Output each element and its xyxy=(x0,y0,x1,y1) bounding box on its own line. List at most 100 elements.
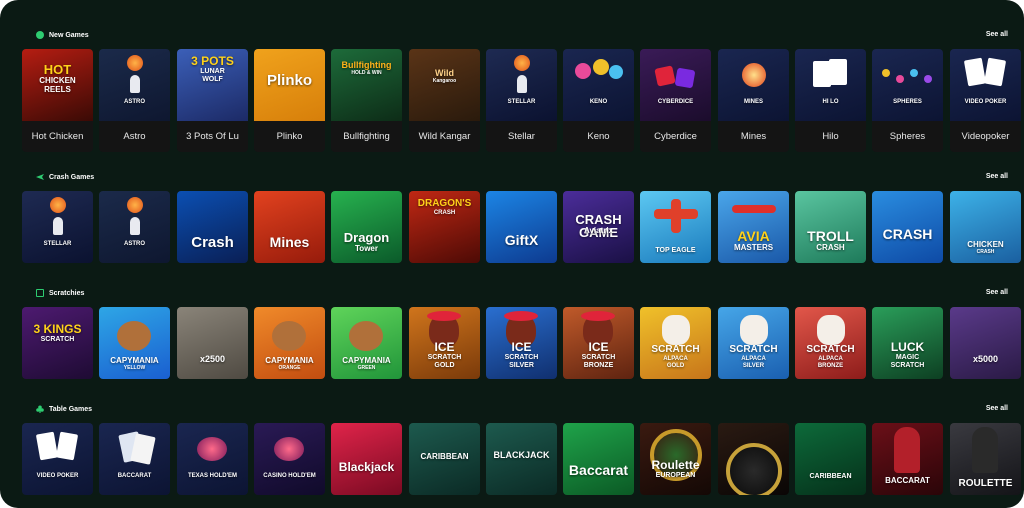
section-title: Table Games xyxy=(36,405,92,413)
game-card[interactable]: CAPYMANIA GREEN xyxy=(331,307,402,379)
game-thumbnail: VIDEO POKER xyxy=(950,49,1021,121)
game-card[interactable]: Mines xyxy=(254,191,325,263)
game-card[interactable]: CARIBBEAN xyxy=(795,423,866,495)
game-card[interactable]: TEXAS HOLD'EM xyxy=(177,423,248,495)
game-card[interactable]: TOP EAGLE xyxy=(640,191,711,263)
game-card[interactable]: STELLAR xyxy=(22,191,93,263)
game-card[interactable]: CHICKEN CRASH xyxy=(950,191,1021,263)
tile-artwork xyxy=(117,321,151,351)
tile-artwork xyxy=(740,315,768,345)
game-art-text: CARIBBEAN xyxy=(809,473,852,480)
game-art-text: SCRATCH xyxy=(729,344,778,355)
game-card[interactable]: HI LO Hilo xyxy=(795,49,866,152)
game-title: Hilo xyxy=(795,121,866,152)
game-card[interactable]: MINES Mines xyxy=(718,49,789,152)
game-art-text: ICE xyxy=(511,340,532,354)
section-title: Scratchies xyxy=(36,289,84,297)
game-card[interactable]: BACCARAT xyxy=(99,423,170,495)
game-card[interactable]: ASTRO Astro xyxy=(99,49,170,152)
tile-artwork xyxy=(671,199,681,233)
game-card[interactable]: CAPYMANIA YELLOW xyxy=(99,307,170,379)
game-card[interactable]: CAPYMANIA ORANGE xyxy=(254,307,325,379)
game-card[interactable]: AVIA MASTERS xyxy=(718,191,789,263)
game-thumbnail: CARIBBEAN xyxy=(409,423,480,495)
game-card[interactable] xyxy=(718,423,789,495)
game-card[interactable]: KENO Keno xyxy=(563,49,634,152)
game-art-text: CYBERDICE xyxy=(657,99,694,105)
game-title: Hot Chicken xyxy=(22,121,93,152)
game-art-text: HOT xyxy=(43,62,72,77)
game-thumbnail: HI LO xyxy=(795,49,866,121)
game-card[interactable]: VIDEO POKER Videopoker xyxy=(950,49,1021,152)
game-art-text: SCRATCH xyxy=(890,362,925,369)
club-icon xyxy=(36,405,44,413)
game-card[interactable]: ICE SCRATCH GOLD xyxy=(409,307,480,379)
game-card[interactable]: x5000 xyxy=(950,307,1021,379)
game-art-text: ICE xyxy=(588,340,609,354)
game-card[interactable]: Blackjack xyxy=(331,423,402,495)
game-art-text: GOLD xyxy=(666,363,685,369)
tile-artwork xyxy=(127,197,143,213)
game-card[interactable]: Baccarat xyxy=(563,423,634,495)
games-row: STELLAR ASTRO Crash Mines Dragon Tower DRAGON'… xyxy=(22,191,1024,301)
game-art-text: MINES xyxy=(743,99,763,105)
game-thumbnail: Bullfighting HOLD & WIN xyxy=(331,49,402,121)
game-card[interactable]: Crash xyxy=(177,191,248,263)
game-art-text: 3 POTS xyxy=(191,54,234,68)
game-card[interactable]: x2500 xyxy=(177,307,248,379)
tile-artwork xyxy=(983,57,1007,87)
game-card[interactable]: SPHERES Spheres xyxy=(872,49,943,152)
game-art-text: BRONZE xyxy=(817,363,844,369)
tile-artwork xyxy=(349,321,383,351)
game-card[interactable]: 3 KINGS SCRATCH xyxy=(22,307,93,379)
plane-icon xyxy=(36,173,44,181)
game-card[interactable]: Wild Kangaroo Wild Kangar xyxy=(409,49,480,152)
game-card[interactable]: LUCK MAGIC SCRATCH xyxy=(872,307,943,379)
game-card[interactable]: SCRATCH ALPACA SILVER xyxy=(718,307,789,379)
game-card[interactable]: Bullfighting HOLD & WIN Bullfighting xyxy=(331,49,402,152)
game-art-text: CRASH xyxy=(816,243,845,252)
game-card[interactable]: BLACKJACK xyxy=(486,423,557,495)
game-thumbnail: DRAGON'S CRASH xyxy=(409,191,480,263)
game-thumbnail xyxy=(718,423,789,495)
game-title: Cyberdice xyxy=(640,121,711,152)
game-card[interactable]: STELLAR Stellar xyxy=(486,49,557,152)
game-card[interactable]: ROULETTE xyxy=(950,423,1021,495)
game-card[interactable]: HOT CHICKEN REELS Hot Chicken xyxy=(22,49,93,152)
see-all-link[interactable]: See all xyxy=(986,31,1008,38)
game-card[interactable]: ICE SCRATCH SILVER xyxy=(486,307,557,379)
game-card[interactable]: ASTRO xyxy=(99,191,170,263)
game-card[interactable]: ICE SCRATCH BRONZE xyxy=(563,307,634,379)
game-card[interactable]: Roulette EUROPEAN xyxy=(640,423,711,495)
see-all-link[interactable]: See all xyxy=(986,289,1008,296)
game-art-text: ALPACA xyxy=(818,356,843,362)
game-card[interactable]: CRASH xyxy=(872,191,943,263)
game-art-text: CRASH xyxy=(433,210,456,216)
game-art-text: x5000 xyxy=(972,354,999,364)
section-title-text: Table Games xyxy=(49,405,93,413)
tile-artwork xyxy=(272,321,306,351)
game-card[interactable]: DRAGON'S CRASH xyxy=(409,191,480,263)
game-art-text: WOLF xyxy=(202,76,223,83)
tile-artwork xyxy=(972,427,998,473)
game-title: Plinko xyxy=(254,121,325,152)
game-card[interactable]: TROLL CRASH xyxy=(795,191,866,263)
game-card[interactable]: GiftX xyxy=(486,191,557,263)
game-card[interactable]: BACCARAT xyxy=(872,423,943,495)
see-all-link[interactable]: See all xyxy=(986,173,1008,180)
game-card[interactable]: CASINO HOLD'EM xyxy=(254,423,325,495)
game-thumbnail: STELLAR xyxy=(22,191,93,263)
see-all-link[interactable]: See all xyxy=(986,405,1008,412)
tile-artwork xyxy=(130,75,140,93)
game-card[interactable]: CRASH GAME Aviatrix xyxy=(563,191,634,263)
game-thumbnail: 3 POTS LUNAR WOLF xyxy=(177,49,248,121)
game-card[interactable]: SCRATCH ALPACA BRONZE xyxy=(795,307,866,379)
game-card[interactable]: VIDEO POKER xyxy=(22,423,93,495)
game-thumbnail: 3 KINGS SCRATCH xyxy=(22,307,93,379)
game-card[interactable]: CYBERDICE Cyberdice xyxy=(640,49,711,152)
game-card[interactable]: CARIBBEAN xyxy=(409,423,480,495)
game-card[interactable]: SCRATCH ALPACA GOLD xyxy=(640,307,711,379)
game-card[interactable]: Plinko Plinko xyxy=(254,49,325,152)
game-card[interactable]: Dragon Tower xyxy=(331,191,402,263)
game-card[interactable]: 3 POTS LUNAR WOLF 3 Pots Of Lu xyxy=(177,49,248,152)
